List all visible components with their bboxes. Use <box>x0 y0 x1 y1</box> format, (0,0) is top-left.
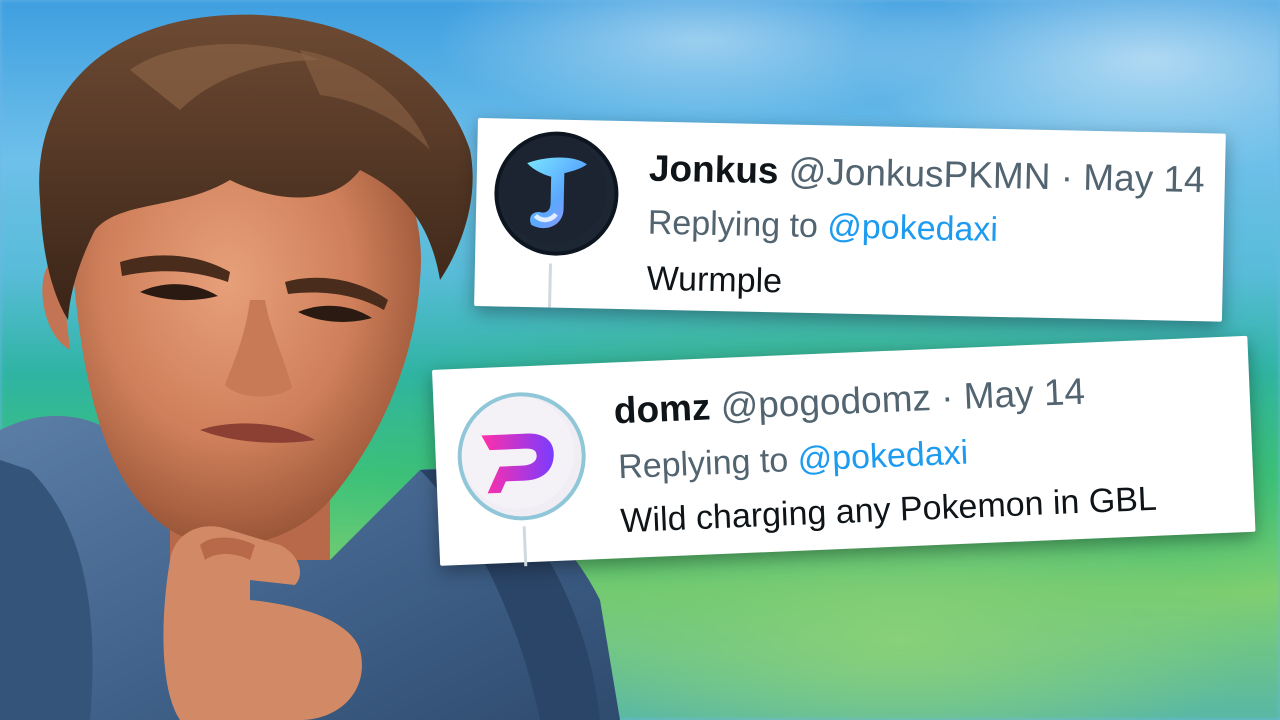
tweet-text: Wild charging any Pokemon in GBL <box>619 479 1158 541</box>
author-name[interactable]: domz <box>613 386 711 431</box>
tweet-date[interactable]: May 14 <box>1083 157 1205 201</box>
avatar[interactable] <box>493 130 620 257</box>
replying-to-line: Replying to @pokedaxi <box>647 204 998 250</box>
tweet-text: Wurmple <box>646 259 783 301</box>
author-handle[interactable]: @pogodomz <box>720 377 932 427</box>
separator-dot: · <box>1060 156 1074 198</box>
avatar[interactable] <box>455 389 589 523</box>
replying-to-mention[interactable]: @pokedaxi <box>797 434 969 479</box>
replying-to-label: Replying to <box>617 441 789 487</box>
replying-to-line: Replying to @pokedaxi <box>617 434 969 488</box>
domz-logo-icon <box>461 396 575 509</box>
replying-to-mention[interactable]: @pokedaxi <box>827 207 998 249</box>
author-handle[interactable]: @JonkusPKMN <box>788 151 1051 197</box>
thinking-person-photo <box>0 14 620 720</box>
jonkus-logo-icon <box>498 135 608 245</box>
author-name[interactable]: Jonkus <box>649 148 779 192</box>
thread-line <box>522 526 528 567</box>
reply-tweet-card[interactable]: Jonkus @JonkusPKMN · May 14 Replying to … <box>474 118 1226 322</box>
reply-tweet-card[interactable]: domz @pogodomz · May 14 Replying to @pok… <box>432 335 1256 567</box>
tweet-header: domz @pogodomz · May 14 <box>613 371 1086 433</box>
thread-line <box>548 263 552 308</box>
tweet-header: Jonkus @JonkusPKMN · May 14 <box>649 148 1206 202</box>
tweet-date[interactable]: May 14 <box>963 371 1086 417</box>
replying-to-label: Replying to <box>647 203 819 246</box>
separator-dot: · <box>940 376 955 418</box>
